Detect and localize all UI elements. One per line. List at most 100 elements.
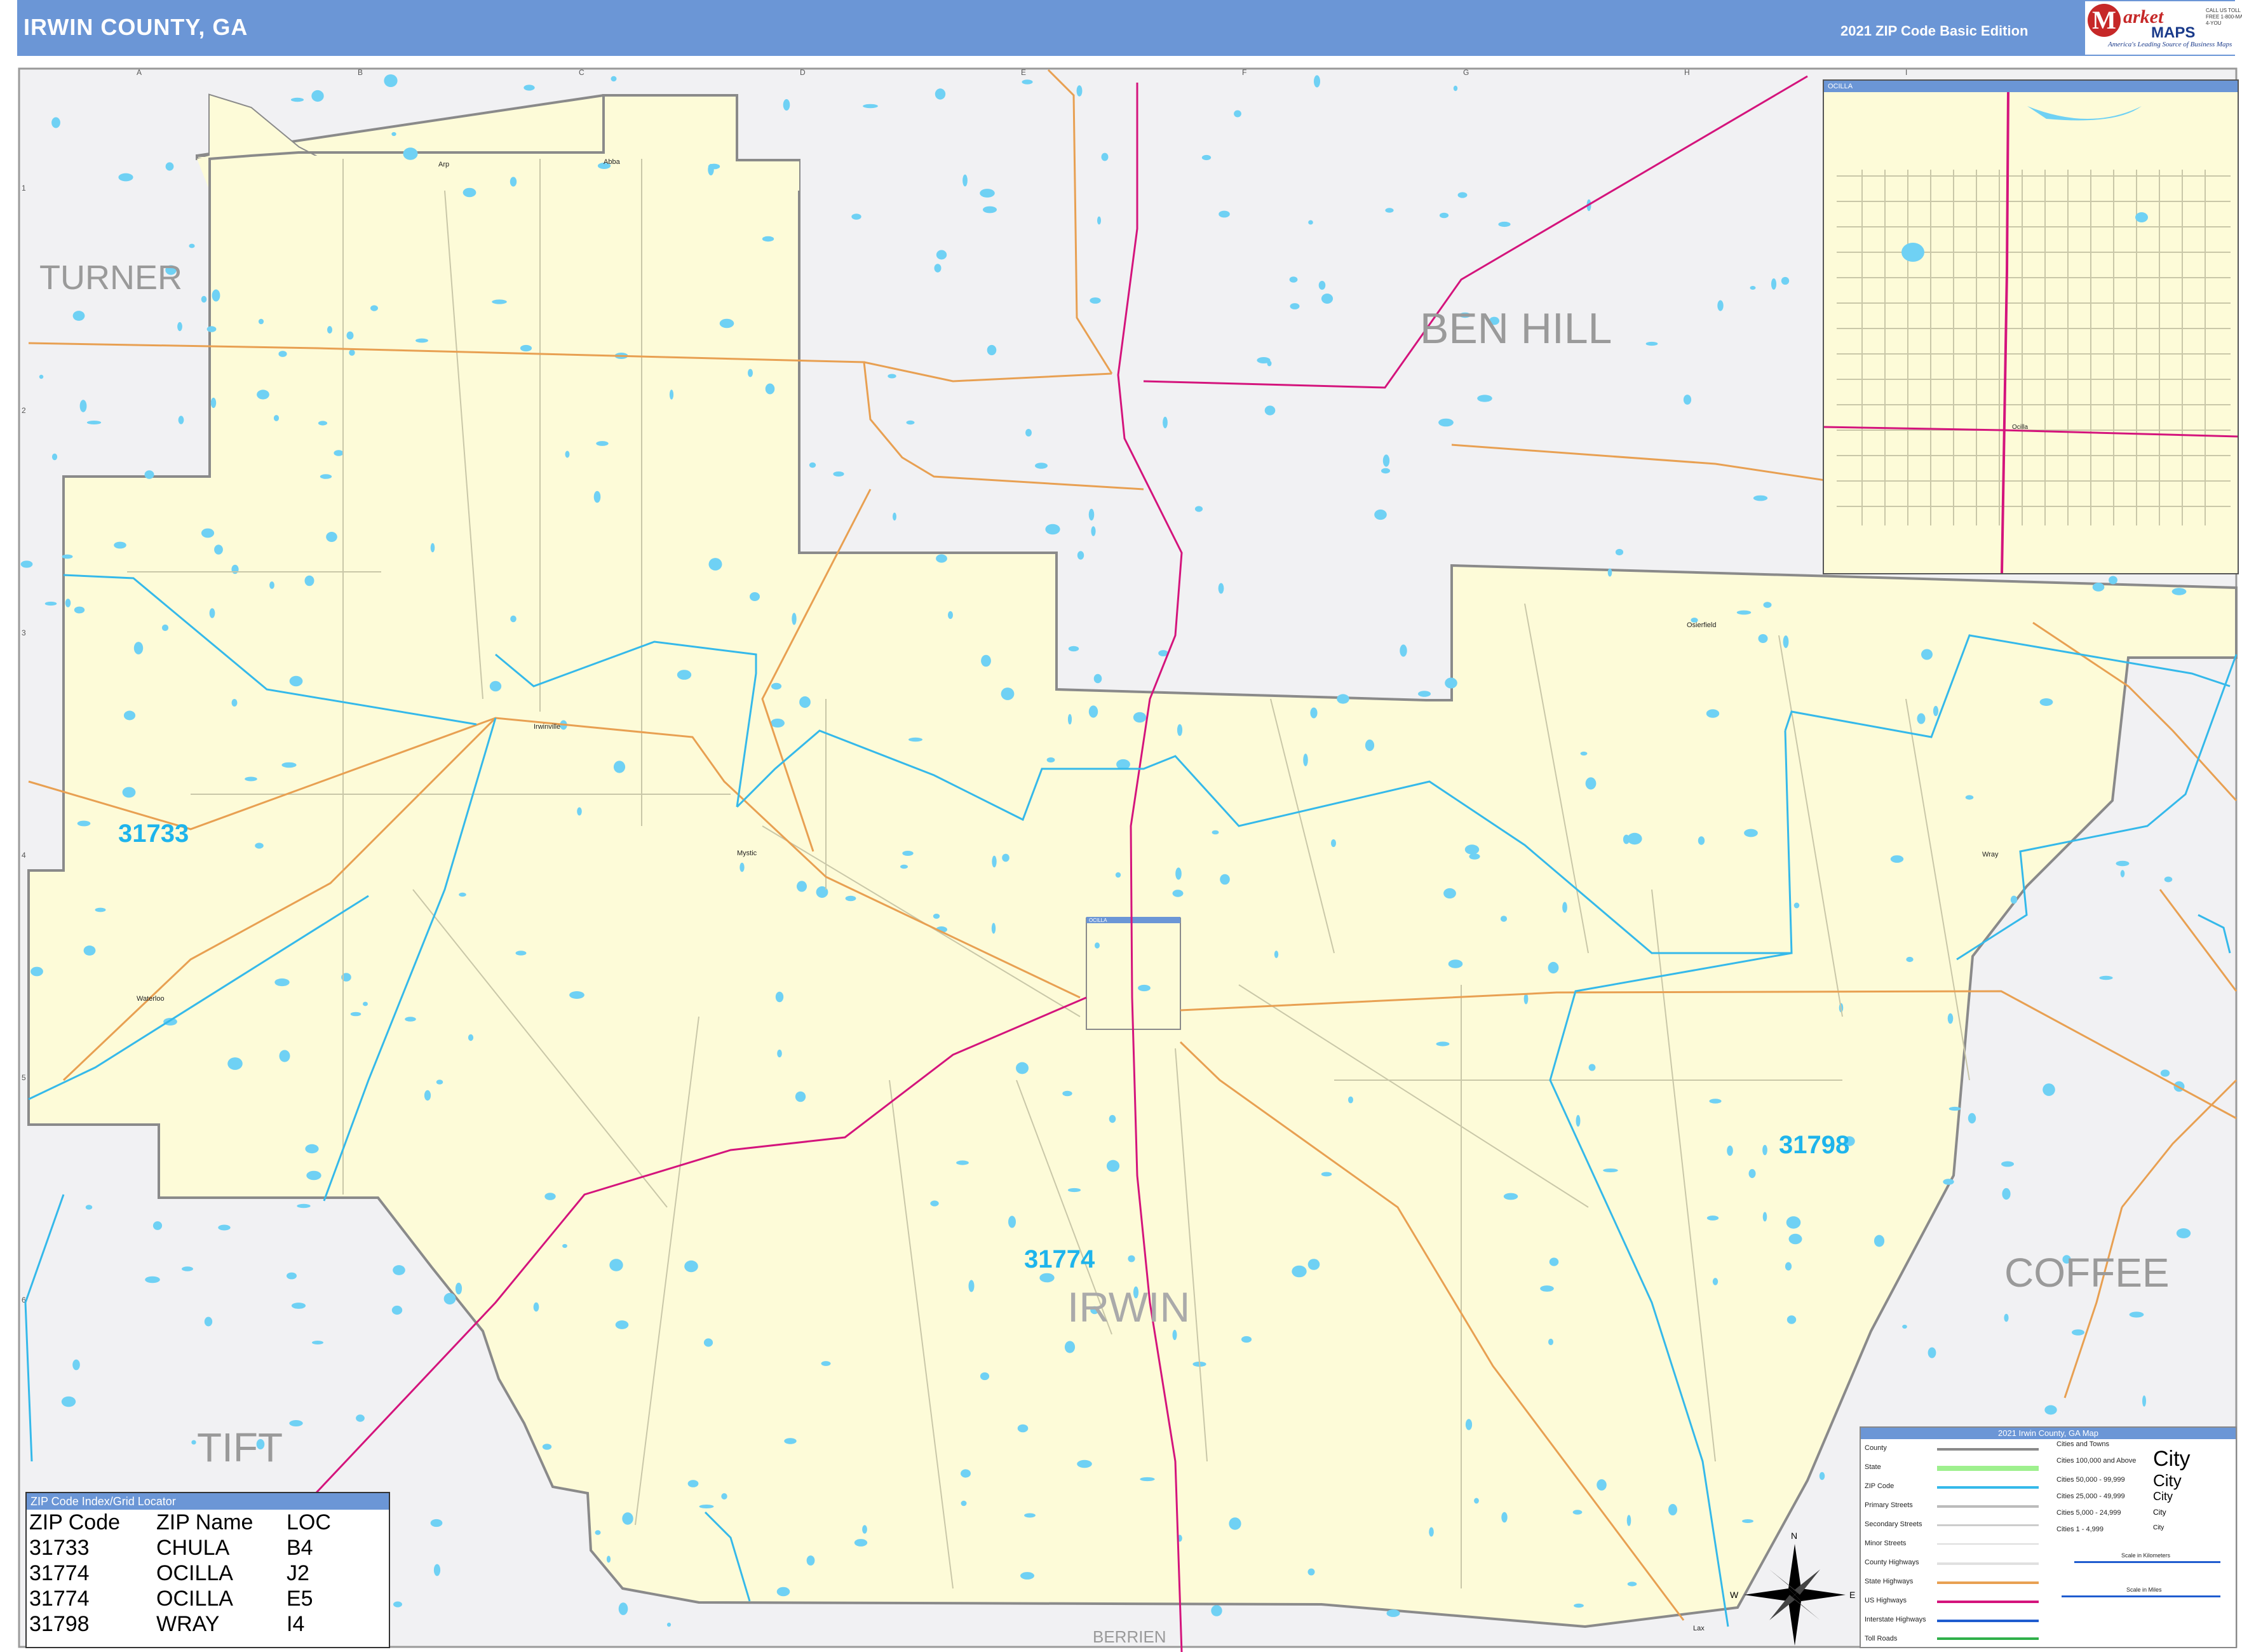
pond xyxy=(326,532,337,542)
pond xyxy=(981,654,991,667)
pond xyxy=(152,1221,163,1230)
zip-index-header-zip: ZIP Code xyxy=(29,1510,121,1534)
pond xyxy=(133,642,144,654)
pond xyxy=(792,613,797,625)
pond xyxy=(1177,724,1183,736)
pond xyxy=(703,1338,713,1347)
zip-index-row: 31774 OCILLA E5 xyxy=(29,1586,331,1611)
zip-index-name: WRAY xyxy=(156,1612,220,1636)
grid-col-e: E xyxy=(1021,68,1026,77)
pond xyxy=(77,820,91,827)
pond xyxy=(433,1564,441,1576)
pond xyxy=(1331,839,1336,848)
pond xyxy=(1457,192,1468,198)
pond xyxy=(888,374,896,379)
legend-sym-state xyxy=(1937,1466,2039,1471)
pond xyxy=(258,318,264,325)
pond xyxy=(900,864,908,869)
pond xyxy=(1549,1257,1559,1266)
pond xyxy=(1140,1477,1155,1482)
county-label-turner: TURNER xyxy=(39,259,182,297)
zip-index-loc: E5 xyxy=(287,1587,313,1611)
pond xyxy=(1267,360,1272,367)
pond xyxy=(777,1049,782,1058)
pond xyxy=(1902,1324,1907,1329)
pond xyxy=(1115,872,1121,878)
ocilla-inset-map[interactable]: OCILLA Ocilla xyxy=(1823,79,2239,574)
pond xyxy=(1709,1099,1722,1104)
pond xyxy=(51,117,60,128)
pond xyxy=(1501,1512,1508,1523)
pond xyxy=(1348,1096,1353,1104)
pond xyxy=(1017,1424,1029,1433)
pond xyxy=(1035,463,1048,469)
legend-scale-km-label: Scale in Kilometers xyxy=(2121,1552,2171,1559)
pond xyxy=(666,1622,672,1627)
pond xyxy=(161,624,169,632)
pond xyxy=(334,450,344,456)
pond xyxy=(1025,429,1032,437)
pond xyxy=(1626,1515,1631,1526)
inset-lake-3 xyxy=(2135,212,2148,222)
pond xyxy=(1289,276,1298,283)
pond xyxy=(1024,1513,1036,1518)
legend-item-secondary: Secondary Streets xyxy=(1865,1520,1922,1528)
zip-index-row: 31733 CHULA B4 xyxy=(29,1535,331,1561)
pond xyxy=(393,1265,405,1275)
pond xyxy=(269,581,274,589)
pond xyxy=(209,608,215,618)
pond xyxy=(1943,1179,1954,1185)
pond xyxy=(1022,79,1033,85)
pond xyxy=(1138,984,1151,992)
pond xyxy=(289,675,303,687)
pond xyxy=(1310,707,1318,719)
pond xyxy=(622,1512,633,1525)
place-waterloo: Waterloo xyxy=(137,995,165,1003)
pond xyxy=(1727,1145,1733,1156)
pond xyxy=(708,163,720,170)
pond xyxy=(51,453,58,461)
legend-item-county-hwy: County Highways xyxy=(1865,1559,1919,1566)
pond xyxy=(1762,1212,1767,1222)
pond xyxy=(510,177,517,187)
pond xyxy=(393,1601,402,1608)
pond xyxy=(212,289,220,302)
pond xyxy=(669,389,674,400)
pond xyxy=(851,213,861,220)
pond xyxy=(118,173,133,182)
county-label-tift: TIFT xyxy=(197,1425,283,1470)
pond xyxy=(821,1361,831,1366)
pond xyxy=(515,951,527,956)
pond xyxy=(165,162,174,171)
pond xyxy=(178,416,184,424)
pond xyxy=(1318,281,1326,290)
pond xyxy=(1101,152,1109,161)
pond xyxy=(1201,154,1212,161)
legend-sym-zip xyxy=(1937,1486,2039,1489)
pond xyxy=(1219,210,1230,218)
pond xyxy=(1172,890,1184,897)
pond xyxy=(1337,694,1349,704)
inset-title: OCILLA xyxy=(1824,81,2238,92)
legend-item-county: County xyxy=(1865,1444,1887,1452)
pond xyxy=(615,1320,629,1329)
pond xyxy=(520,344,532,352)
pond xyxy=(218,1224,231,1231)
pond xyxy=(771,682,782,690)
pond xyxy=(245,776,257,782)
pond xyxy=(1234,110,1241,118)
pond xyxy=(1500,916,1508,922)
pond xyxy=(1698,836,1705,845)
zip-index-zip: 31798 xyxy=(29,1612,90,1636)
pond xyxy=(1241,1336,1252,1343)
pond xyxy=(1498,221,1511,227)
pond xyxy=(1077,551,1084,560)
pond xyxy=(231,564,239,574)
pond xyxy=(1712,1278,1719,1285)
compass-e: E xyxy=(1849,1590,1855,1600)
pond xyxy=(577,807,582,816)
pond xyxy=(430,1519,443,1527)
place-mystic: Mystic xyxy=(737,850,757,857)
pond xyxy=(62,554,73,559)
pond xyxy=(1264,405,1276,416)
